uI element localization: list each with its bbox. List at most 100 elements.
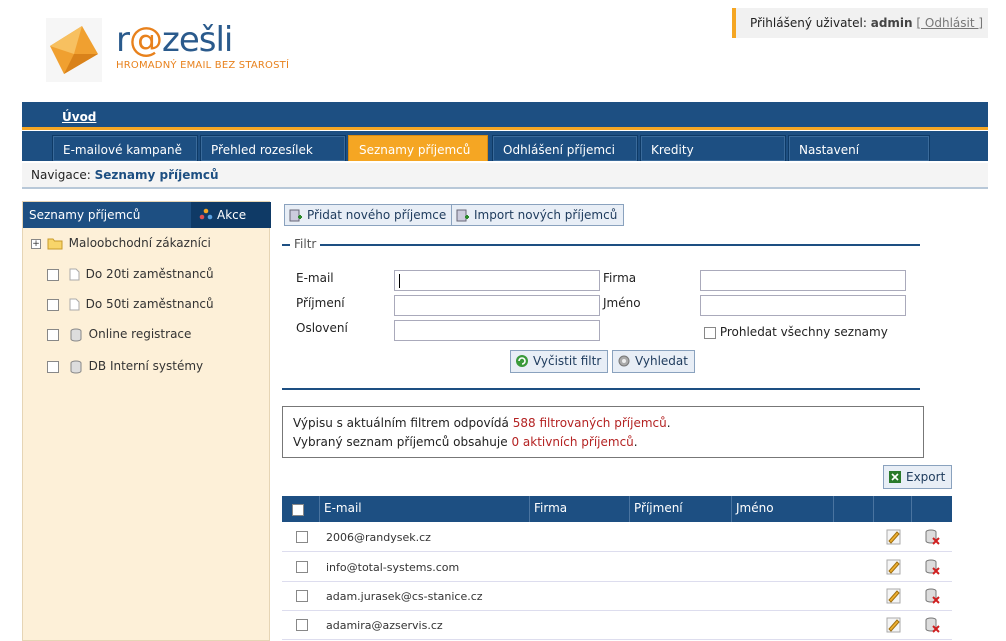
logout-link[interactable]: [ Odhlásit ] <box>916 16 983 30</box>
logo-envelope-icon <box>46 18 102 82</box>
info-text: Výpisu s aktuálním filtrem odpovídá <box>293 416 513 430</box>
header-delete <box>912 496 952 522</box>
breadcrumb-current[interactable]: Seznamy příjemců <box>95 168 219 182</box>
firstname-label: Jméno <box>603 296 641 310</box>
tab-sendings-overview[interactable]: Přehled rozesílek <box>200 135 346 161</box>
excel-icon <box>889 471 901 483</box>
home-link[interactable]: Úvod <box>62 110 96 124</box>
checkbox[interactable] <box>47 328 59 341</box>
email-field[interactable] <box>394 270 600 291</box>
row-checkbox[interactable] <box>296 619 308 631</box>
checkbox[interactable] <box>47 360 59 373</box>
import-recipients-button[interactable]: Import nových příjemců <box>451 204 625 226</box>
logo-wordmark[interactable]: r@zešli <box>116 20 233 60</box>
search-all-checkbox[interactable] <box>704 326 716 339</box>
row-checkbox[interactable] <box>296 531 308 543</box>
top-nav: Úvod <box>22 102 988 130</box>
tab-unsubscribed[interactable]: Odhlášení příjemci <box>492 135 638 161</box>
logo-pre: r <box>116 20 130 60</box>
header-surname[interactable]: Příjmení <box>630 496 732 522</box>
clear-filter-label: Vyčistit filtr <box>533 354 602 368</box>
row-email: 2006@randysek.cz <box>326 531 431 544</box>
tab-credits[interactable]: Kredity <box>640 135 786 161</box>
add-recipient-button[interactable]: Přidat nového příjemce <box>284 204 454 226</box>
info-text: . <box>666 416 671 430</box>
sidebar-item-label: Maloobchodní zákazníci <box>68 236 211 250</box>
sidebar-item-retail[interactable]: + Maloobchodní zákazníci <box>31 236 211 250</box>
export-label: Export <box>906 470 946 484</box>
salutation-label: Oslovení <box>296 321 348 335</box>
sidebar-item-label: Online registrace <box>88 327 192 341</box>
folder-icon <box>47 238 63 250</box>
info-text: Vybraný seznam příjemců obsahuje <box>293 435 512 449</box>
sidebar-item-label: Do 20ti zaměstnanců <box>85 267 214 281</box>
row-checkbox[interactable] <box>296 590 308 602</box>
company-label: Firma <box>603 271 637 285</box>
checkbox[interactable] <box>47 298 59 311</box>
search-all-label: Prohledat všechny seznamy <box>719 325 888 339</box>
surname-label: Příjmení <box>296 296 345 310</box>
table-row[interactable]: adam.jurasek@cs-stanice.cz <box>282 582 952 611</box>
header-email[interactable]: E-mail <box>320 496 530 522</box>
table-header: E-mail Firma Příjmení Jméno <box>282 496 952 522</box>
sidebar-item-up-to-50[interactable]: Do 50ti zaměstnanců <box>47 297 214 311</box>
clear-filter-button[interactable]: Vyčistit filtr <box>510 350 609 373</box>
edit-icon[interactable] <box>886 529 902 545</box>
salutation-field[interactable] <box>394 320 600 341</box>
header-company[interactable]: Firma <box>530 496 630 522</box>
add-user-icon <box>289 209 302 222</box>
surname-field[interactable] <box>394 295 600 316</box>
actions-label: Akce <box>217 208 247 222</box>
edit-icon[interactable] <box>886 617 902 633</box>
logo-post: zešli <box>161 20 233 60</box>
expand-icon[interactable]: + <box>31 238 41 249</box>
breadcrumb-label: Navigace: <box>31 168 91 182</box>
sidebar-title: Seznamy příjemců <box>29 208 141 222</box>
header-edit <box>874 496 912 522</box>
row-email: adam.jurasek@cs-stanice.cz <box>326 590 483 603</box>
breadcrumb: Navigace: Seznamy příjemců <box>22 163 988 189</box>
row-checkbox[interactable] <box>296 561 308 573</box>
delete-icon[interactable] <box>924 617 940 633</box>
sidebar: Seznamy příjemců Akce + Maloobchodní zák… <box>22 201 271 641</box>
add-recipient-label: Přidat nového příjemce <box>307 208 447 222</box>
search-button[interactable]: Vyhledat <box>612 350 695 373</box>
user-label: Přihlášený uživatel: <box>750 16 867 30</box>
header-spacer <box>834 496 874 522</box>
table-row[interactable]: 2006@randysek.cz <box>282 523 952 552</box>
firstname-field[interactable] <box>700 295 906 316</box>
refresh-icon <box>516 355 528 367</box>
sidebar-item-label: DB Interní systémy <box>88 359 204 373</box>
edit-icon[interactable] <box>886 559 902 575</box>
tab-recipient-lists[interactable]: Seznamy příjemců <box>348 135 488 161</box>
sidebar-item-up-to-20[interactable]: Do 20ti zaměstnanců <box>47 267 214 281</box>
gear-icon <box>618 355 630 367</box>
database-icon <box>70 328 82 341</box>
row-email: info@total-systems.com <box>326 561 460 574</box>
header-firstname[interactable]: Jméno <box>732 496 834 522</box>
table-row[interactable]: info@total-systems.com <box>282 553 952 582</box>
logo-at: @ <box>128 20 163 60</box>
tab-bar: E-mailové kampaně Přehled rozesílek Sezn… <box>22 131 988 161</box>
search-label: Vyhledat <box>635 354 688 368</box>
checkbox[interactable] <box>47 268 59 281</box>
sidebar-item-internal-db[interactable]: DB Interní systémy <box>47 359 203 374</box>
email-label: E-mail <box>296 271 334 285</box>
delete-icon[interactable] <box>924 588 940 604</box>
search-all-option[interactable]: Prohledat všechny seznamy <box>704 325 888 339</box>
import-icon <box>456 209 469 222</box>
delete-icon[interactable] <box>924 529 940 545</box>
sidebar-item-label: Do 50ti zaměstnanců <box>85 297 214 311</box>
company-field[interactable] <box>700 270 906 291</box>
info-line-2: Vybraný seznam příjemců obsahuje 0 aktiv… <box>293 433 913 452</box>
select-all-checkbox[interactable] <box>292 503 304 516</box>
sidebar-item-online-registration[interactable]: Online registrace <box>47 327 191 342</box>
filter-top-rule <box>282 244 920 246</box>
tab-email-campaigns[interactable]: E-mailové kampaně <box>52 135 198 161</box>
edit-icon[interactable] <box>886 588 902 604</box>
actions-button[interactable]: Akce <box>191 202 271 228</box>
delete-icon[interactable] <box>924 559 940 575</box>
filter-info-box: Výpisu s aktuálním filtrem odpovídá 588 … <box>282 406 924 458</box>
tab-settings[interactable]: Nastavení <box>788 135 930 161</box>
export-button[interactable]: Export <box>883 465 953 489</box>
